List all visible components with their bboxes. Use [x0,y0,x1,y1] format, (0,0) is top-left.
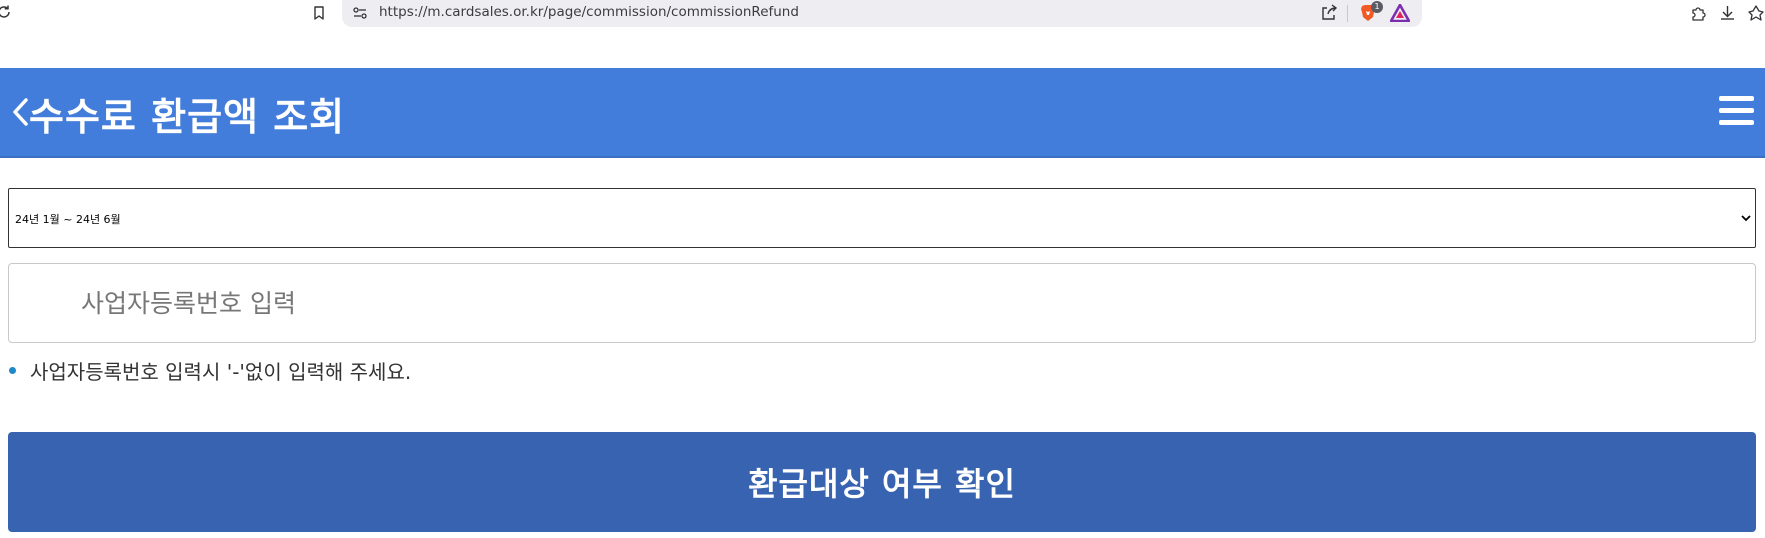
period-select[interactable]: 24년 1월 ~ 24년 6월 [8,188,1756,248]
extensions-icon[interactable] [1690,5,1707,22]
download-icon[interactable] [1719,4,1736,22]
business-number-input[interactable] [8,263,1756,343]
hamburger-menu-icon[interactable] [1719,96,1754,126]
url-text[interactable]: https://m.cardsales.or.kr/page/commissio… [379,4,799,20]
period-select-value: 24년 1월 ~ 24년 6월 [15,213,121,226]
pin-icon[interactable] [1748,4,1765,22]
chevron-down-icon [1741,215,1751,222]
browser-toolbar: https://m.cardsales.or.kr/page/commissio… [0,0,1765,27]
bullet-icon [9,366,16,374]
reload-icon[interactable] [0,4,12,20]
notice-text: 사업자등록번호 입력시 '-'없이 입력해 주세요. [30,359,412,384]
share-icon[interactable] [1320,4,1338,22]
brave-shield-badge: 1 [1371,1,1383,13]
app-header: 수수료 환급액 조회 [0,68,1765,158]
address-bar[interactable]: https://m.cardsales.or.kr/page/commissio… [342,0,1422,27]
check-refund-eligibility-button[interactable]: 환급대상 여부 확인 [8,432,1756,532]
page-title: 수수료 환급액 조회 [29,95,346,139]
input-notice: 사업자등록번호 입력시 '-'없이 입력해 주세요. [8,355,411,385]
brave-rewards-icon[interactable] [1390,4,1410,22]
site-info-icon[interactable] [352,5,368,21]
url-bar-divider [1347,5,1348,22]
back-arrow-icon[interactable] [10,95,30,129]
bookmark-icon[interactable] [311,5,327,21]
